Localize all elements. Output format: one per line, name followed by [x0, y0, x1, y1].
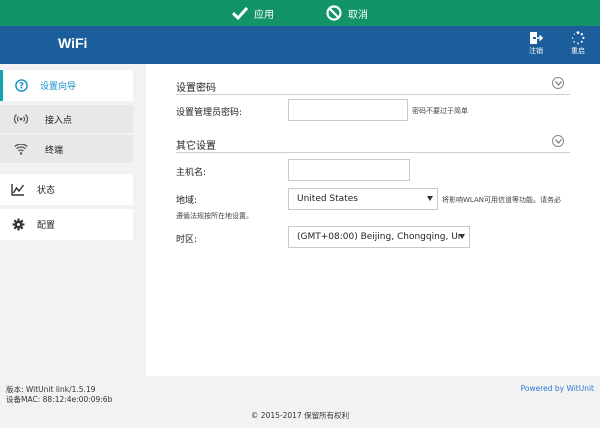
- powered-by-link[interactable]: Powered by WitUnit: [521, 384, 594, 393]
- cancel-button[interactable]: 取消: [326, 5, 368, 21]
- cancel-label: 取消: [348, 9, 368, 21]
- password-section-header: 设置密码: [176, 77, 570, 95]
- sidebar-item-label: 设置向导: [40, 82, 77, 92]
- hostname-label: 主机名:: [176, 168, 207, 178]
- sidebar-item-label: 状态: [37, 186, 56, 196]
- chart-icon: [11, 183, 25, 197]
- sidebar-item-terminal[interactable]: 终端: [0, 135, 133, 163]
- hostname-input[interactable]: [288, 159, 410, 181]
- password-hint: 密码不要过于简单: [412, 107, 468, 115]
- brand-title: WiFi: [58, 35, 88, 51]
- svg-text:?: ?: [19, 82, 24, 92]
- region-label: 地域:: [176, 196, 198, 206]
- logout-icon: [521, 31, 551, 45]
- sidebar: ? 设置向导 接入点 终端 状态 配置: [0, 64, 146, 376]
- sidebar-item-label: 终端: [45, 145, 64, 156]
- region-hint-continued: 遵循法规按所在地设置。: [176, 212, 253, 220]
- timezone-label: 时区:: [176, 235, 198, 245]
- check-icon: [232, 6, 248, 20]
- sidebar-item-label: 配置: [37, 221, 56, 231]
- region-select[interactable]: United States: [288, 188, 438, 210]
- sidebar-item-config[interactable]: 配置: [0, 209, 133, 240]
- region-hint: 将影响WLAN可用信道等功能。请务必: [442, 196, 562, 204]
- spinner-icon: [563, 31, 593, 45]
- reboot-label: 重启: [571, 47, 585, 55]
- timezone-select[interactable]: (GMT+08:00) Beijing, Chongqing, Ur: [288, 226, 470, 248]
- question-icon: ?: [14, 79, 28, 93]
- copyright-text: © 2015-2017 保留所有权利: [250, 411, 350, 420]
- logout-button[interactable]: 注销: [521, 31, 551, 56]
- reboot-button[interactable]: 重启: [563, 31, 593, 56]
- footer: 版本: WitUnit link/1.5.19 设备MAC: 88:12:4e:…: [0, 376, 600, 428]
- other-section-header: 其它设置: [176, 135, 570, 153]
- sidebar-item-wizard[interactable]: ? 设置向导: [0, 70, 133, 101]
- chevron-down-icon[interactable]: [552, 135, 564, 147]
- sidebar-item-access-point[interactable]: 接入点: [0, 105, 133, 133]
- sidebar-item-status[interactable]: 状态: [0, 174, 133, 205]
- sidebar-item-label: 接入点: [45, 115, 73, 126]
- logout-label: 注销: [529, 47, 543, 55]
- dropdown-arrow-icon: [459, 234, 465, 239]
- admin-password-input[interactable]: [288, 99, 408, 121]
- region-value: United States: [297, 194, 358, 204]
- apply-button[interactable]: 应用: [232, 6, 274, 21]
- chevron-down-icon[interactable]: [552, 77, 564, 89]
- apply-label: 应用: [254, 9, 274, 21]
- wifi-icon: [14, 143, 28, 155]
- section-title: 设置密码: [176, 83, 216, 94]
- gear-icon: [11, 218, 25, 232]
- mac-text: 设备MAC: 88:12:4e:00:09:6b: [6, 395, 113, 404]
- timezone-value: (GMT+08:00) Beijing, Chongqing, Ur: [297, 232, 462, 242]
- action-bar: 应用 取消: [0, 0, 600, 26]
- access-point-icon: [14, 113, 28, 125]
- section-title: 其它设置: [176, 141, 216, 152]
- ban-icon: [326, 5, 342, 21]
- dropdown-arrow-icon: [427, 196, 433, 201]
- main-panel: 设置密码 设置管理员密码: 密码不要过于简单 其它设置 主机名: 地域: Uni…: [146, 64, 600, 376]
- app-header: WiFi 注销 重启: [0, 26, 600, 64]
- admin-password-label: 设置管理员密码:: [176, 108, 243, 118]
